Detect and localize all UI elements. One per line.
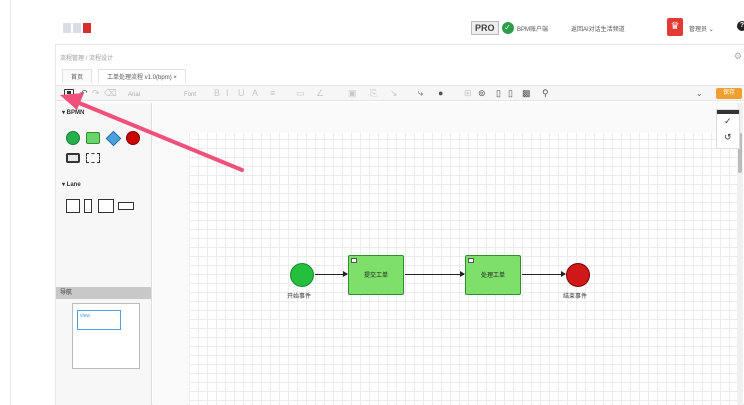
end-event[interactable] <box>566 263 590 287</box>
history-icon[interactable]: ↺ <box>724 132 732 143</box>
logo-block-3 <box>83 23 91 33</box>
font-color-icon[interactable]: A <box>252 88 258 99</box>
pro-label: PRO <box>471 21 499 35</box>
logo-block-2 <box>73 23 81 33</box>
tab-bar: 首页 工单处理流程 v1.0(bpm) × <box>62 69 186 83</box>
waypoint-icon[interactable]: ↘ <box>390 88 398 99</box>
section-bpmn-title[interactable]: ▾ BPMN <box>62 109 84 116</box>
minimap-title: 导航 <box>56 287 151 299</box>
grid-icon[interactable]: ⊞ <box>464 88 472 99</box>
group-shape[interactable] <box>86 153 100 163</box>
start-event-label: 开始事件 <box>287 294 312 300</box>
layout-icon[interactable]: ⤷ <box>418 88 423 99</box>
check-icon[interactable]: ✓ <box>724 116 732 127</box>
shadow-icon[interactable]: ▣ <box>348 88 357 99</box>
top-link-return[interactable]: 返回AI对话生活频道 <box>571 24 625 33</box>
gateway-shape[interactable] <box>105 130 122 147</box>
panel-header-bar <box>717 110 739 114</box>
page-copy-icon[interactable]: ▯ <box>508 88 513 99</box>
link-icon[interactable]: ⎘ <box>370 88 377 99</box>
logo-block-1 <box>63 23 71 33</box>
task-submit-label: 提交工单 <box>363 273 388 279</box>
chevron-down-icon: ⌄ <box>708 27 714 33</box>
lane-vertical-shape[interactable] <box>84 199 92 213</box>
end-event-label: 结束事件 <box>563 294 588 300</box>
lane-horizontal-shape[interactable] <box>118 202 134 210</box>
undo-icon[interactable]: ↶ <box>80 88 88 99</box>
browser-frame: PRO ✓ BPM账户端 返回AI对话生活频道 ♛ 管理员 ⌄ ? 流程管理 /… <box>10 0 744 405</box>
task-process-label: 处理工单 <box>480 273 505 279</box>
sequence-flow-2[interactable] <box>405 271 465 277</box>
pool-horizontal-shape[interactable] <box>98 199 114 213</box>
pin-icon[interactable]: ⚲ <box>542 88 549 99</box>
shape-palette: ▾ BPMN ▾ Lane 导航 view <box>56 103 152 405</box>
export-icon[interactable]: ▩ <box>522 88 531 99</box>
diagram-canvas[interactable]: 开始事件 提交工单 处理工单 结束事件 <box>153 103 743 405</box>
section-lane-title[interactable]: ▾ Lane <box>62 181 81 188</box>
pro-badge[interactable]: PRO ✓ <box>471 20 514 36</box>
app-header: PRO ✓ BPM账户端 返回AI对话生活频道 ♛ 管理员 ⌄ ? <box>11 0 744 40</box>
line-color-icon[interactable]: ∠ <box>316 88 324 99</box>
redo-icon[interactable]: ↷ <box>92 88 100 99</box>
minimap[interactable]: view <box>72 303 140 369</box>
designer-panel: 流程管理 / 流程设计 ⚙ 首页 工单处理流程 v1.0(bpm) × ↶ ↷ … <box>55 44 744 405</box>
font-family-select[interactable]: Arial <box>128 90 140 101</box>
gear-icon[interactable]: ⚙ <box>734 51 742 62</box>
canvas-margin-top <box>153 103 743 133</box>
user-task-icon <box>351 258 357 263</box>
task-shape[interactable] <box>86 132 100 144</box>
delete-icon[interactable]: ⌫ <box>104 88 117 99</box>
help-icon[interactable]: ? <box>737 21 744 31</box>
chevron-down-icon[interactable]: ⌄ <box>696 89 703 98</box>
minimap-viewport[interactable]: view <box>77 310 121 330</box>
font-size-select[interactable]: Font <box>184 90 196 101</box>
user-menu[interactable]: 管理员 ⌄ <box>689 24 714 33</box>
start-event[interactable] <box>290 263 314 287</box>
end-event-shape[interactable] <box>126 131 140 145</box>
settings-icon[interactable]: ● <box>438 88 443 99</box>
pool-vertical-shape[interactable] <box>66 199 80 213</box>
page-icon[interactable]: ▯ <box>496 88 501 99</box>
check-icon: ✓ <box>501 22 514 34</box>
align-icon[interactable]: ≡ <box>270 88 275 99</box>
user-name: 管理员 <box>689 27 708 33</box>
publish-button[interactable]: 保存 <box>716 88 742 99</box>
sequence-flow-3[interactable] <box>522 271 566 277</box>
italic-button[interactable]: I <box>226 88 229 99</box>
underline-button[interactable]: U <box>238 88 245 99</box>
bold-button[interactable]: B <box>214 88 220 99</box>
app-logo[interactable] <box>63 23 91 33</box>
subprocess-shape[interactable] <box>66 153 80 163</box>
task-submit[interactable]: 提交工单 <box>348 255 404 295</box>
sequence-flow-1[interactable] <box>315 271 348 277</box>
breadcrumb: 流程管理 / 流程设计 <box>60 56 114 62</box>
tab-home[interactable]: 首页 <box>62 69 93 83</box>
zoom-icon[interactable]: ⊚ <box>478 88 486 99</box>
format-panel-toggle: ✓ ↺ <box>716 109 740 149</box>
top-link-account[interactable]: BPM账户端 <box>517 24 548 33</box>
task-process[interactable]: 处理工单 <box>465 255 521 295</box>
tab-flow-designer[interactable]: 工单处理流程 v1.0(bpm) × <box>98 69 186 83</box>
save-icon[interactable] <box>64 89 74 99</box>
user-task-icon <box>468 258 474 263</box>
canvas-margin-left <box>153 103 189 405</box>
fill-color-icon[interactable]: ▭ <box>296 88 305 99</box>
start-event-shape[interactable] <box>66 131 80 145</box>
avatar[interactable]: ♛ <box>667 18 683 36</box>
toolbar: ↶ ↷ ⌫ Arial Font B I U A ≡ ▭ ∠ ▣ ⎘ ↘ ⤷ ●… <box>56 85 744 101</box>
